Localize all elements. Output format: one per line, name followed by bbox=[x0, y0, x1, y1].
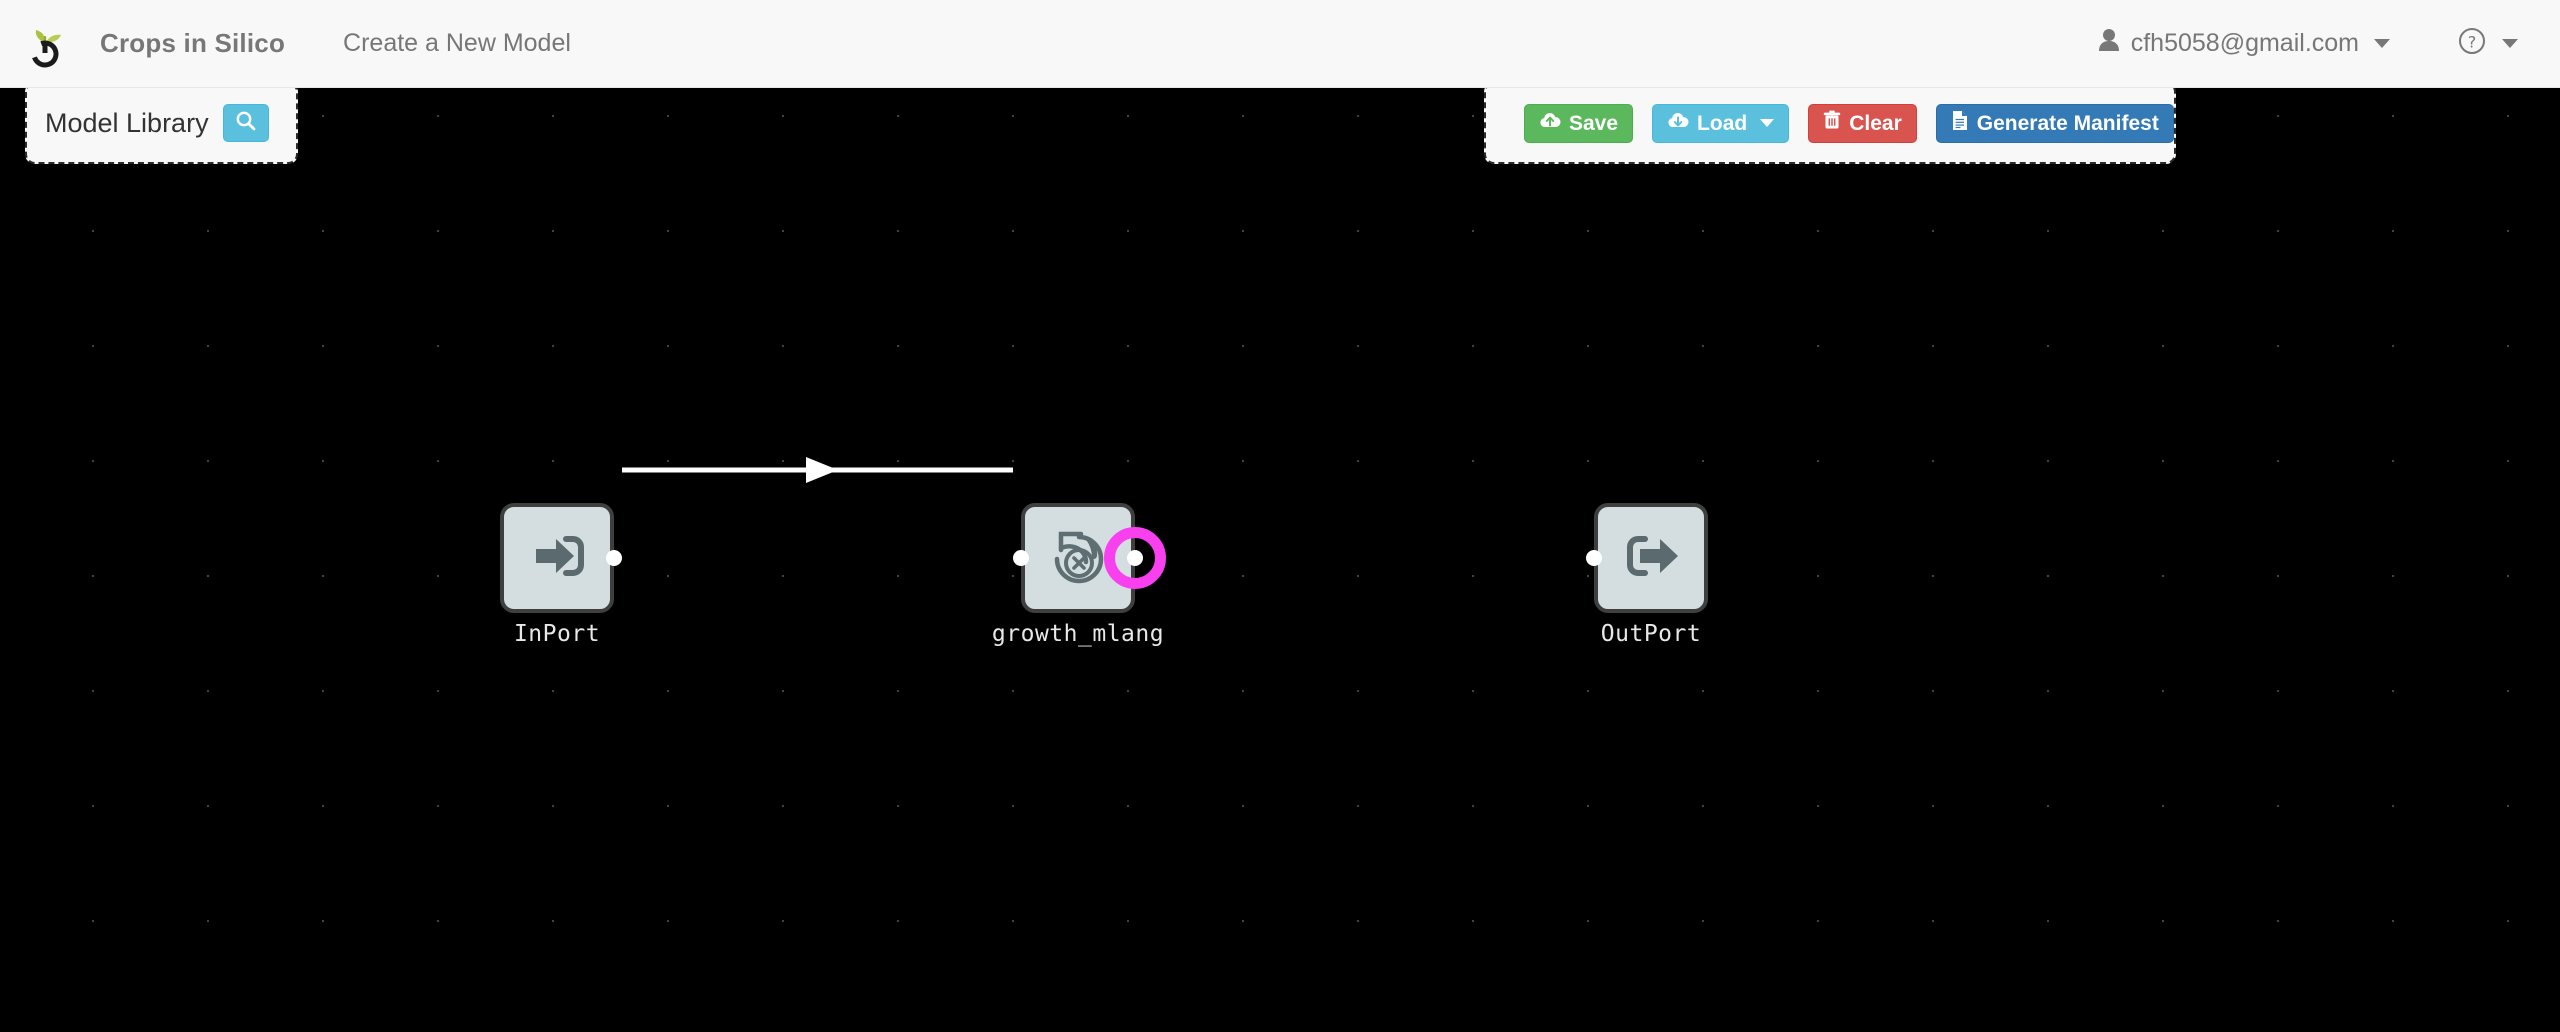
generate-manifest-button[interactable]: Generate Manifest bbox=[1935, 103, 2174, 143]
top-navbar: Crops in Silico Create a New Model cfh50… bbox=[0, 0, 2560, 88]
clear-button-label: Clear bbox=[1849, 112, 1902, 135]
model-library-title: Model Library bbox=[45, 107, 209, 138]
chevron-down-icon bbox=[1760, 119, 1775, 127]
load-button-label: Load bbox=[1697, 112, 1748, 135]
node-growth-mlang-box[interactable] bbox=[1021, 503, 1135, 613]
document-icon bbox=[1951, 110, 1969, 137]
chevron-down-icon bbox=[2502, 39, 2518, 48]
svg-text:?: ? bbox=[2468, 33, 2477, 52]
node-inport[interactable]: InPort bbox=[500, 503, 622, 647]
person-icon bbox=[2098, 28, 2120, 59]
sign-in-arrow-icon bbox=[526, 525, 588, 592]
save-button[interactable]: Save bbox=[1524, 103, 1634, 143]
edge-inport-to-growth-mlang[interactable] bbox=[622, 457, 1013, 483]
node-growth-mlang-output-port[interactable] bbox=[1127, 550, 1143, 566]
app-root: Crops in Silico Create a New Model cfh50… bbox=[0, 0, 2560, 1032]
crops-in-silico-sprout-power-logo-icon[interactable] bbox=[18, 17, 72, 71]
help-menu[interactable]: ? bbox=[2444, 27, 2532, 60]
navbar-left-group: Crops in Silico Create a New Model bbox=[0, 0, 589, 87]
node-inport-output-port[interactable] bbox=[606, 550, 622, 566]
cloud-download-icon bbox=[1667, 111, 1689, 135]
user-email-label: cfh5058@gmail.com bbox=[2130, 29, 2359, 57]
node-growth-mlang-label: growth_mlang bbox=[991, 621, 1165, 647]
canvas-toolbar-panel: Save Load Clear Generate Manifest bbox=[1484, 82, 2176, 164]
model-canvas[interactable]: InPort growth_mlang OutPort bbox=[0, 88, 2560, 1032]
generate-manifest-button-label: Generate Manifest bbox=[1976, 112, 2159, 135]
node-growth-mlang-input-port[interactable] bbox=[1013, 550, 1029, 566]
cloud-upload-icon bbox=[1539, 111, 1561, 135]
question-mark-circle-icon: ? bbox=[2458, 27, 2486, 60]
node-outport-box[interactable] bbox=[1594, 503, 1708, 613]
node-outport[interactable]: OutPort bbox=[1586, 503, 1708, 647]
chevron-down-icon bbox=[2374, 39, 2390, 48]
node-inport-label: InPort bbox=[513, 621, 601, 647]
node-outport-label: OutPort bbox=[1600, 621, 1702, 647]
node-outport-input-port[interactable] bbox=[1586, 550, 1602, 566]
node-inport-box[interactable] bbox=[500, 503, 614, 613]
save-button-label: Save bbox=[1569, 112, 1619, 135]
search-icon bbox=[235, 110, 257, 137]
edge-layer bbox=[622, 457, 1013, 483]
model-library-panel[interactable]: Model Library bbox=[25, 82, 298, 164]
load-button[interactable]: Load bbox=[1652, 103, 1790, 143]
navbar-right-group: cfh5058@gmail.com ? bbox=[2084, 0, 2532, 87]
nav-link-create-a-new-model[interactable]: Create a New Model bbox=[325, 29, 589, 58]
mlang-five-logo-icon bbox=[1045, 523, 1111, 594]
sign-out-arrow-icon bbox=[1620, 525, 1682, 592]
node-growth-mlang[interactable]: growth_mlang bbox=[992, 503, 1166, 647]
model-library-search-button[interactable] bbox=[222, 104, 269, 142]
user-account-menu[interactable]: cfh5058@gmail.com bbox=[2084, 28, 2404, 59]
clear-button[interactable]: Clear bbox=[1808, 103, 1917, 143]
trash-icon bbox=[1823, 110, 1841, 136]
brand-title[interactable]: Crops in Silico bbox=[84, 28, 301, 59]
